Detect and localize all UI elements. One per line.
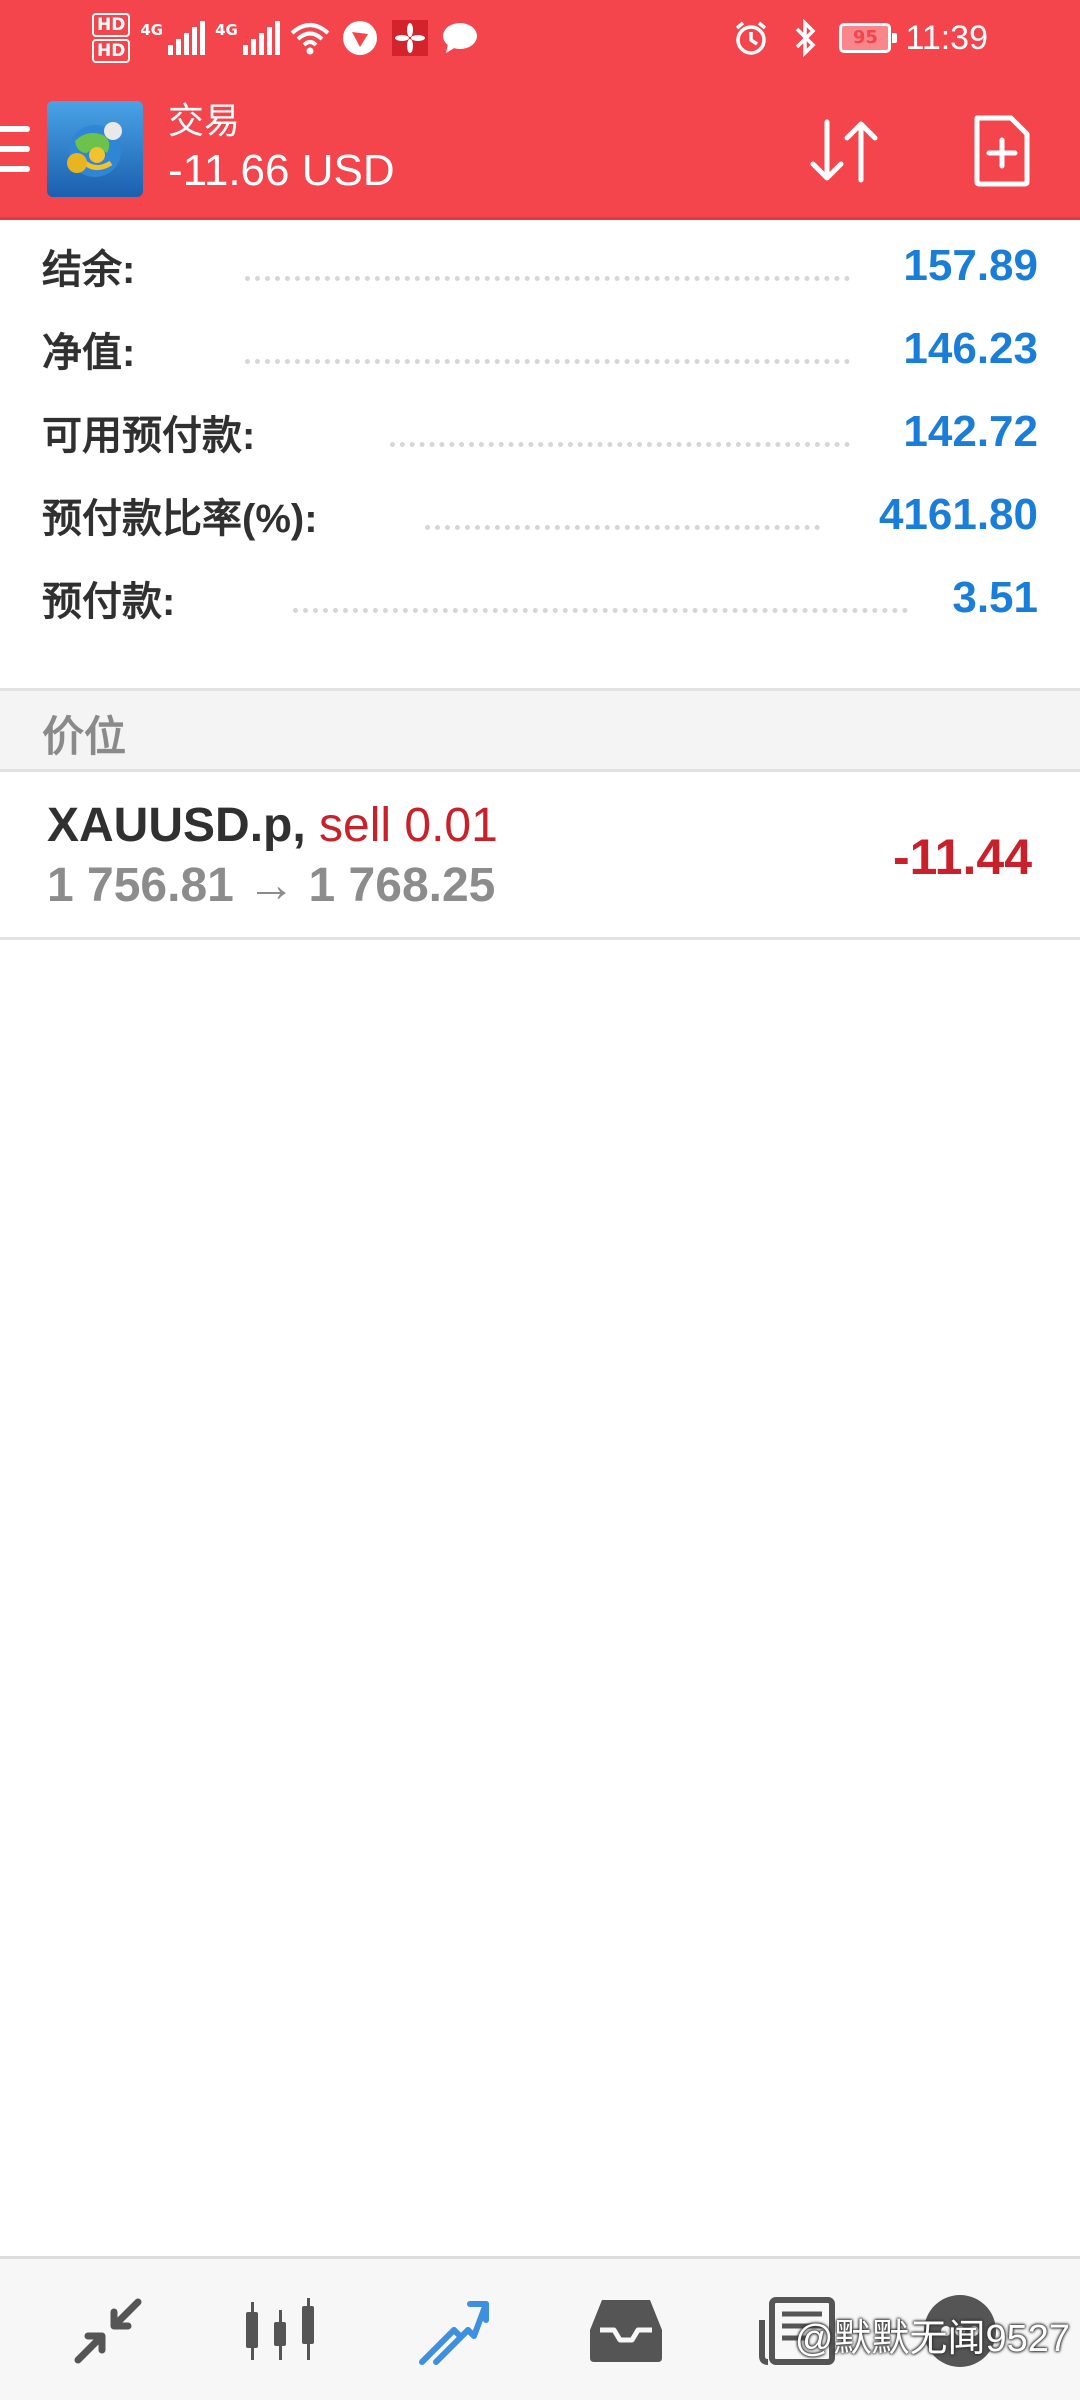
status-bar: HD HD 4G 4G 95 11:39	[0, 0, 1080, 76]
position-profit: -11.44	[892, 829, 1032, 885]
menu-icon[interactable]	[0, 126, 30, 172]
app-notification-icon	[340, 18, 380, 58]
new-order-icon[interactable]	[956, 106, 1046, 196]
battery-level: 95	[852, 27, 878, 48]
summary-row-margin-level: 预付款比率(%): 4161.80	[0, 473, 1080, 556]
summary-row-margin: 预付款: 3.51	[0, 556, 1080, 639]
battery-icon: 95	[839, 23, 898, 53]
equity-value: 146.23	[903, 323, 1038, 373]
balance-label: 结余:	[42, 247, 136, 292]
bottom-navigation: @默默无闻9527	[0, 2256, 1080, 2400]
status-time: 11:39	[905, 18, 988, 57]
margin-label: 预付款:	[42, 579, 176, 624]
balance-value: 157.89	[903, 240, 1038, 290]
sort-icon[interactable]	[800, 106, 890, 196]
margin-value: 3.51	[952, 572, 1038, 622]
signal1-label: 4G	[140, 21, 164, 39]
dot-leader	[293, 608, 908, 613]
trade-icon[interactable]	[404, 2281, 504, 2381]
positions-section-header: 价位	[0, 688, 1080, 772]
metatrader-logo[interactable]	[47, 101, 143, 197]
dot-leader	[245, 276, 850, 281]
signal2-icon: 4G	[215, 21, 280, 55]
chart-icon[interactable]	[230, 2281, 330, 2381]
equity-label: 净值:	[42, 330, 136, 375]
hd-indicators: HD HD	[92, 13, 131, 63]
alarm-icon	[731, 18, 771, 58]
dot-leader	[425, 525, 820, 530]
toolbar-balance-change: -11.66 USD	[168, 146, 395, 195]
summary-row-balance: 结余: 157.89	[0, 224, 1080, 307]
status-bar-left: HD HD 4G 4G	[92, 8, 480, 68]
signal2-label: 4G	[215, 21, 238, 39]
section-title: 价位	[42, 713, 127, 760]
quotes-icon[interactable]	[58, 2281, 158, 2381]
free-margin-value: 142.72	[903, 406, 1038, 456]
summary-row-free-margin: 可用预付款: 142.72	[0, 390, 1080, 473]
toolbar-title: 交易	[168, 100, 241, 141]
position-type: sell 0.01	[319, 799, 498, 852]
summary-row-equity: 净值: 146.23	[0, 307, 1080, 390]
wifi-icon	[290, 18, 330, 58]
chat-icon	[440, 18, 480, 58]
hd2-badge: HD	[92, 39, 131, 63]
account-summary: 结余: 157.89 净值: 146.23 可用预付款: 142.72 预付款比…	[0, 224, 1080, 639]
history-icon[interactable]	[576, 2281, 676, 2381]
margin-level-value: 4161.80	[878, 489, 1038, 539]
huawei-icon	[390, 18, 430, 58]
dot-leader	[390, 442, 850, 447]
free-margin-label: 可用预付款:	[42, 413, 256, 458]
hd1-badge: HD	[92, 13, 131, 37]
dot-leader	[245, 359, 850, 364]
status-bar-right: 95 11:39	[731, 8, 988, 68]
position-symbol: XAUUSD.p,	[47, 799, 306, 852]
margin-level-label: 预付款比率(%):	[42, 496, 318, 541]
signal1-icon: 4G	[140, 21, 206, 55]
position-header: XAUUSD.p, sell 0.01	[47, 798, 498, 853]
watermark-text: @默默无闻9527	[794, 2318, 1070, 2360]
bluetooth-icon	[785, 18, 825, 58]
position-prices: 1 756.81 → 1 768.25	[47, 859, 496, 912]
position-row[interactable]: XAUUSD.p, sell 0.01 1 756.81 → 1 768.25 …	[0, 772, 1080, 940]
app-toolbar: 交易 -11.66 USD	[0, 76, 1080, 220]
